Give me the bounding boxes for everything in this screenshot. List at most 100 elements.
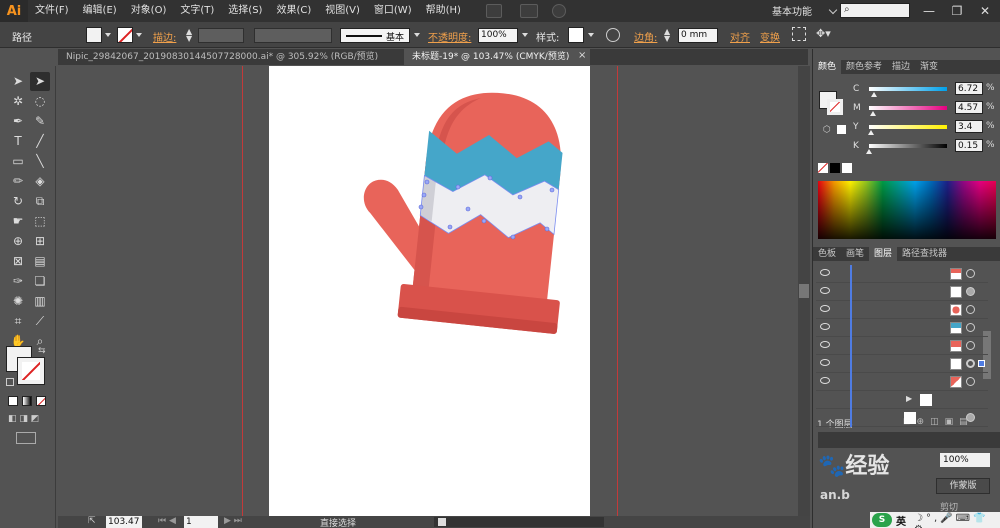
default-colors-icon[interactable] [6, 378, 14, 386]
zoom-field[interactable]: 103.47 [106, 516, 142, 528]
scroll-thumb[interactable] [799, 284, 809, 298]
pen-icon[interactable]: ✒ [8, 112, 28, 131]
channel-slider-track[interactable] [869, 125, 947, 129]
channel-slider-thumb[interactable] [866, 149, 872, 154]
close-tab-icon[interactable]: × [578, 50, 586, 61]
stroke-label[interactable]: 描边: [153, 29, 176, 44]
perspective-icon[interactable]: ⊞ [30, 232, 50, 251]
channel-value-field[interactable]: 3.4 [955, 120, 983, 133]
menu-help[interactable]: 帮助(H) [419, 0, 468, 22]
bridge-button[interactable] [485, 4, 502, 18]
stroke-weight-stepper[interactable]: ▲ ▼ [186, 28, 196, 43]
gradient-mode-icon[interactable] [22, 396, 32, 406]
channel-slider-track[interactable] [869, 106, 947, 110]
tab-nipic-document[interactable]: Nipic_29842067_20190830144507728000.ai* … [58, 49, 403, 65]
channel-value-field[interactable]: 6.72 [955, 82, 983, 95]
make-mask-button[interactable]: 作蒙版 [936, 478, 990, 494]
channel-slider-thumb[interactable] [871, 92, 878, 97]
eye-icon[interactable] [820, 287, 830, 294]
menu-type[interactable]: 文字(T) [173, 0, 221, 22]
recolor-artwork-icon[interactable] [606, 28, 620, 42]
artboard-number-field[interactable]: 1 [184, 516, 218, 528]
channel-value-field[interactable]: 0.15 [955, 139, 983, 152]
menu-view[interactable]: 视图(V) [318, 0, 367, 22]
paintbrush-icon[interactable]: ╲ [30, 152, 50, 171]
channel-value-field[interactable]: 4.57 [955, 101, 983, 114]
mitten-artwork[interactable] [350, 85, 580, 355]
gpu-performance-icon[interactable] [551, 4, 566, 18]
layer-row[interactable] [816, 373, 988, 391]
layer-row[interactable] [816, 319, 988, 337]
target-icon[interactable] [966, 341, 975, 350]
channel-slider-track[interactable] [869, 87, 947, 91]
opacity-field[interactable]: 100% [478, 28, 518, 43]
tab-layers[interactable]: 图层 [869, 247, 898, 261]
curvature-icon[interactable]: ✎ [30, 112, 50, 131]
next-artboard-icon[interactable]: ▶ ⏭ [224, 516, 242, 526]
eyedropper-icon[interactable]: ✑ [8, 272, 28, 291]
channel-slider-thumb[interactable] [868, 130, 875, 135]
menu-effect[interactable]: 效果(C) [269, 0, 318, 22]
magic-wand-icon[interactable]: ✲ [8, 92, 28, 111]
eye-icon[interactable] [820, 269, 830, 276]
zoom-menu-icon[interactable]: ⇱ [88, 516, 96, 526]
workspace-switcher[interactable]: 基本功能 [772, 3, 812, 18]
tab-untitled-19[interactable]: 未标题-19* @ 103.47% (CMYK/预览) [404, 49, 590, 65]
tab-pathfinder[interactable]: 路径查找器 [897, 247, 952, 261]
target-icon[interactable] [966, 323, 975, 332]
mesh-icon[interactable]: ⊠ [8, 252, 28, 271]
free-transform-icon[interactable]: ⬚ [30, 212, 50, 231]
rectangle-icon[interactable]: ▭ [8, 152, 28, 171]
transparency-opacity-field[interactable]: 100% [940, 453, 990, 467]
rotate-icon[interactable]: ↻ [8, 192, 28, 211]
tab-brushes[interactable]: 画笔 [841, 247, 869, 261]
arrange-documents-button[interactable] [519, 4, 538, 18]
chevron-down-icon[interactable] [105, 33, 111, 37]
align-link[interactable]: 对齐 [730, 29, 750, 44]
ime-tool-icons[interactable]: ☽°,🎤⌨👕⚙ [914, 513, 1000, 528]
type-icon[interactable]: T [8, 132, 28, 151]
graphic-style-swatch[interactable] [568, 27, 584, 43]
web-safe-swatch[interactable] [837, 125, 846, 134]
direct-selection-tool-icon[interactable]: ➤ [30, 72, 50, 91]
out-of-gamut-icon[interactable]: ⬡ [823, 125, 831, 135]
target-icon[interactable] [966, 287, 975, 296]
tab-swatches[interactable]: 色板 [813, 247, 841, 261]
help-search-input[interactable]: ⌕ [840, 3, 910, 18]
eye-icon[interactable] [820, 305, 830, 312]
target-icon[interactable] [966, 359, 975, 368]
stroke-weight-field[interactable] [198, 28, 244, 43]
ime-language-indicator[interactable]: 英 [896, 513, 906, 528]
white-swatch[interactable] [842, 163, 852, 173]
first-artboard-icon[interactable]: ⏮ ◀ [158, 516, 176, 526]
warp-icon[interactable]: ☛ [8, 212, 28, 231]
menu-window[interactable]: 窗口(W) [367, 0, 419, 22]
eye-icon[interactable] [820, 341, 830, 348]
chevron-down-icon[interactable] [136, 33, 142, 37]
slice-icon[interactable]: ⟋ [30, 312, 50, 331]
layer-row[interactable]: ▶ [816, 391, 988, 409]
maximize-button[interactable]: ❐ [944, 0, 970, 22]
transform-link[interactable]: 变换 [760, 29, 780, 44]
sogou-logo-icon[interactable]: S [872, 513, 892, 527]
vertical-scrollbar[interactable] [798, 66, 810, 516]
shape-builder-icon[interactable]: ⊕ [8, 232, 28, 251]
variable-width-profile[interactable] [254, 28, 332, 43]
chevron-down-icon[interactable] [414, 33, 420, 37]
fill-stroke-proxy[interactable] [819, 79, 847, 119]
tab-color-guide[interactable]: 颜色参考 [841, 60, 887, 74]
screen-mode-icon[interactable] [16, 432, 36, 444]
corner-label[interactable]: 边角: [634, 29, 657, 44]
eye-icon[interactable] [820, 377, 830, 384]
channel-slider-thumb[interactable] [869, 111, 876, 116]
panel-menu-icon[interactable]: ✥▾ [816, 27, 831, 40]
stroke-swatch[interactable] [117, 27, 133, 43]
stroke-color-box[interactable] [17, 357, 45, 385]
eye-icon[interactable] [820, 359, 830, 366]
brush-definition-select[interactable]: 基本 [340, 28, 410, 43]
layer-row[interactable] [816, 283, 988, 301]
symbol-sprayer-icon[interactable]: ✺ [8, 292, 28, 311]
chevron-down-icon[interactable] [588, 33, 594, 37]
eye-icon[interactable] [820, 323, 830, 330]
channel-slider-track[interactable] [869, 144, 947, 148]
